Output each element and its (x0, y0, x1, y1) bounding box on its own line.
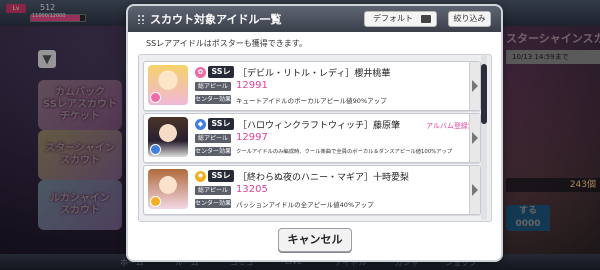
idol-card[interactable]: ✿ SSレア ［デビル・リトル・レディ］櫻井桃華 総アピール 12991 センタ… (143, 61, 481, 111)
scout-idol-list-dialog: スカウト対象アイドル一覧 デフォルト 絞り込み SSレアアイドルはポスターも獲得… (128, 6, 501, 260)
appeal-label: 総アピール (195, 82, 231, 91)
idol-portrait (148, 117, 188, 157)
idol-name: ［終わらぬ夜のハニー・マギア］十時愛梨 (238, 173, 410, 183)
detail-arrow-icon[interactable] (469, 62, 480, 110)
default-sort-label: デフォルト (373, 14, 413, 23)
center-effect-text: パッションアイドルの全アピール値40%アップ (236, 201, 374, 209)
passion-icon: ✹ (195, 171, 206, 182)
rarity-badge: SSレア (208, 66, 234, 88)
dialog-title: スカウト対象アイドル一覧 (150, 13, 282, 26)
filter-button[interactable]: 絞り込み (448, 11, 491, 27)
detail-arrow-icon[interactable] (469, 166, 480, 214)
idol-portrait (148, 169, 188, 209)
center-effect-text: キュートアイドルのボーカルアピール値90%アップ (236, 97, 387, 105)
attribute-dot (150, 196, 161, 207)
sort-icon (421, 15, 431, 23)
center-effect-label: センター効果 (195, 147, 232, 156)
idol-portrait (148, 65, 188, 105)
appeal-value: 13205 (236, 184, 268, 195)
attribute-dot (150, 144, 161, 155)
cute-icon: ✿ (195, 67, 206, 78)
rarity-badge: SSレア (208, 170, 234, 192)
idol-name: ［デビル・リトル・レディ］櫻井桃華 (238, 69, 391, 79)
rarity-badge: SSレア (208, 118, 234, 140)
cancel-button[interactable]: キャンセル (278, 228, 352, 252)
appeal-value: 12997 (236, 132, 268, 143)
idol-list[interactable]: ✿ SSレア ［デビル・リトル・レディ］櫻井桃華 総アピール 12991 センタ… (138, 54, 492, 222)
idol-card[interactable]: ◆ SSレア ［ハロウィンクラフトウィッチ］藤原肇 アルバム登録済 総アピール … (143, 113, 481, 163)
list-scrollbar[interactable] (481, 54, 487, 220)
dialog-header: スカウト対象アイドル一覧 デフォルト 絞り込み (128, 6, 501, 32)
poster-note: SSレアアイドルはポスターも獲得できます。 (146, 39, 307, 48)
appeal-value: 12991 (236, 80, 268, 91)
cool-icon: ◆ (195, 119, 206, 130)
center-effect-label: センター効果 (195, 95, 232, 104)
detail-arrow-icon[interactable] (469, 114, 480, 162)
center-effect-text: クールアイドルのみ編成時、クール楽曲で全員のボーカル＆ダンスアピール値100%ア… (236, 149, 453, 155)
center-effect-label: センター効果 (195, 199, 232, 208)
idol-name: ［ハロウィンクラフトウィッチ］藤原肇 (238, 121, 401, 131)
default-sort-button[interactable]: デフォルト (364, 11, 437, 27)
album-badge: アルバム登録済 (426, 122, 475, 130)
appeal-label: 総アピール (195, 186, 231, 195)
attribute-dot (150, 92, 161, 103)
idol-card[interactable]: ✹ SSレア ［終わらぬ夜のハニー・マギア］十時愛梨 総アピール 13205 セ… (143, 165, 481, 215)
appeal-label: 総アピール (195, 134, 231, 143)
scroll-thumb[interactable] (481, 64, 487, 124)
grip-icon (137, 14, 145, 24)
